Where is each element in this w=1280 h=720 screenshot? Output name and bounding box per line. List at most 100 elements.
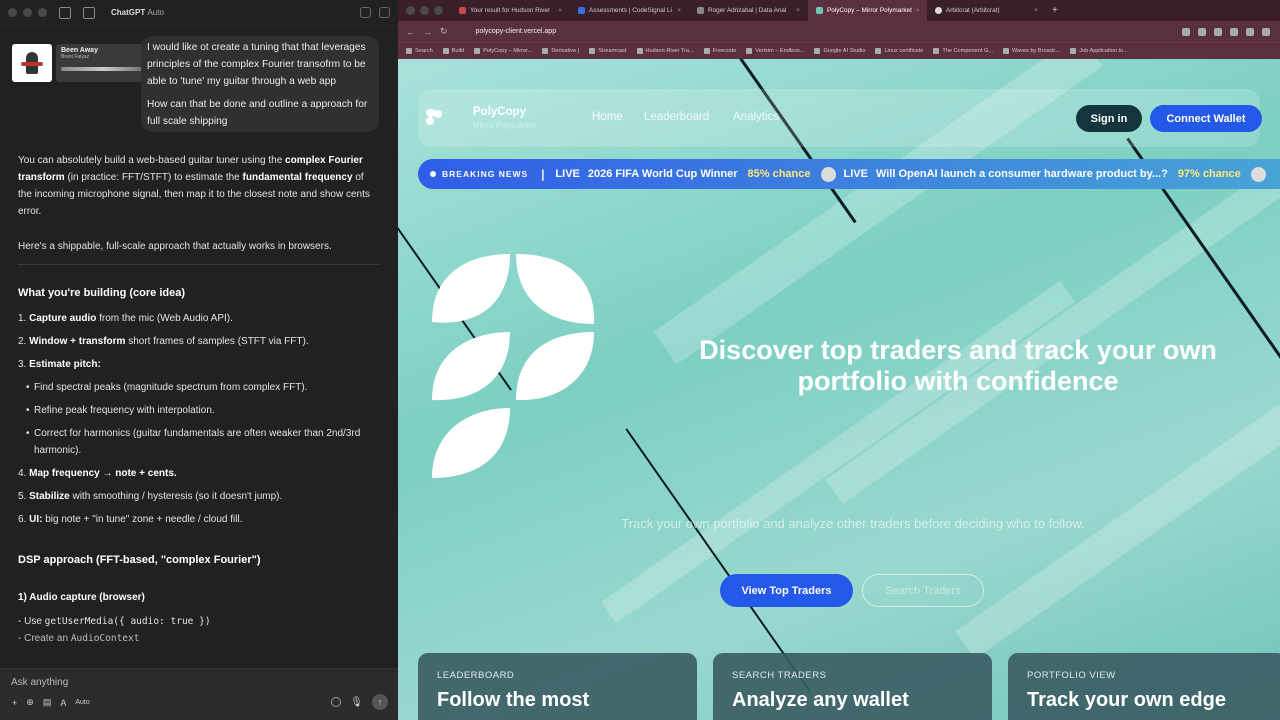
ticker-item[interactable]: LIVE 2026 FIFA World Cup Winner 85% chance (555, 168, 810, 180)
chat-titlebar: ChatGPT Auto (0, 0, 398, 26)
search-traders-button[interactable]: Search Traders (862, 574, 984, 607)
bookmark-item[interactable]: Verisim – Endless... (746, 48, 804, 54)
assistant-response: You can absolutely build a web-based gui… (18, 152, 380, 647)
view-top-traders-button[interactable]: View Top Traders (720, 574, 853, 607)
tools-icon[interactable]: ▤ (43, 697, 52, 708)
window-mode-icon[interactable] (379, 7, 390, 18)
sidebar-toggle-icon[interactable] (59, 6, 71, 19)
extension-icon[interactable] (1246, 27, 1254, 36)
bookmark-item[interactable]: Search (406, 48, 433, 54)
brand-name[interactable]: PolyCopy (473, 106, 526, 118)
new-tab-button[interactable]: + (1052, 5, 1058, 16)
bookmark-item[interactable]: PolyCopy – Mirror... (474, 48, 532, 54)
globe-icon[interactable]: ⊕ (26, 697, 34, 708)
address-bar: ← → ↻ polycopy-client.vercel.app (398, 21, 1280, 42)
bookmark-favicon-icon (746, 48, 753, 54)
plus-icon[interactable]: + (12, 698, 17, 708)
minimize-window-button[interactable] (23, 8, 32, 17)
new-chat-icon[interactable] (83, 6, 95, 19)
substep-item: Find spectral peaks (magnitude spectrum … (26, 379, 380, 396)
bookmarks-bar: Search Build PolyCopy – Mirror... Derivativ… (398, 42, 1280, 59)
feature-card-search[interactable]: SEARCH TRADERS Analyze any wallet (713, 653, 992, 720)
sign-in-button[interactable]: Sign in (1076, 105, 1142, 132)
bookmark-item[interactable]: Derivative | (542, 48, 579, 54)
bookmark-item[interactable]: Linux certificate (875, 48, 923, 54)
minimize-window-button[interactable] (420, 6, 429, 15)
card-title: Follow the most (437, 689, 590, 711)
bookmark-item[interactable]: Hudson River Tra... (636, 48, 694, 54)
app-title[interactable]: ChatGPT Auto (111, 8, 164, 17)
ticker-item[interactable]: LIVE Will OpenAI launch a consumer hardwa… (844, 168, 1241, 180)
maximize-window-button[interactable] (434, 6, 443, 15)
extension-icon[interactable] (1230, 27, 1238, 36)
brand-tagline: Mirror Polymarket (473, 121, 537, 130)
chatgpt-window: ChatGPT Auto Been Away Brent Faiyaz I wo… (0, 0, 398, 720)
maximize-window-button[interactable] (38, 8, 47, 17)
bookmark-star-icon[interactable] (1182, 27, 1190, 36)
user-message-text-2: How can that be done and outline a appro… (147, 99, 368, 127)
steps-list: 1. Capture audio from the mic (Web Audio… (18, 310, 380, 373)
close-window-button[interactable] (406, 6, 415, 15)
share-icon[interactable] (360, 7, 371, 18)
message-input[interactable]: Ask anything (11, 677, 68, 688)
substeps-list: Find spectral peaks (magnitude spectrum … (26, 379, 380, 459)
bookmark-favicon-icon (474, 48, 481, 54)
step-item: 2. Window + transform short frames of sa… (18, 336, 309, 347)
reload-icon[interactable]: ↻ (440, 26, 448, 37)
bookmark-item[interactable]: Freecode (703, 48, 736, 54)
tab-hudson-river[interactable]: Your result for Hudson River × (451, 0, 570, 21)
model-icon[interactable]: A (60, 698, 66, 708)
extension-icon[interactable] (1198, 27, 1206, 36)
mode-selector[interactable]: Auto (75, 699, 89, 706)
nav-home[interactable]: Home (592, 111, 623, 123)
track-artist: Brent Faiyaz (61, 54, 90, 60)
url-field[interactable]: polycopy-client.vercel.app (476, 28, 557, 35)
back-icon[interactable]: ← (406, 27, 415, 37)
card-kicker: LEADERBOARD (437, 670, 515, 681)
substep-item: Correct for harmonics (guitar fundamenta… (26, 425, 380, 459)
step-item: 6. UI: big note + "in tune" zone + needl… (18, 514, 243, 525)
bookmark-item[interactable]: The Component G... (933, 48, 993, 54)
tab-polycopy[interactable]: PolyCopy – Mirror Polymarket × (808, 0, 927, 21)
intro-paragraph-2: Here's a shippable, full-scale approach … (18, 241, 332, 252)
connect-wallet-button[interactable]: Connect Wallet (1150, 105, 1262, 132)
tab-codesignal[interactable]: Assessments | CodeSignal Li × (570, 0, 689, 21)
hero-heading: Discover top traders and track your own … (699, 335, 1217, 396)
polycopy-logo-icon[interactable] (425, 108, 443, 128)
profile-icon[interactable] (1262, 27, 1270, 36)
playback-progress[interactable] (61, 67, 147, 71)
feature-card-leaderboard[interactable]: LEADERBOARD Follow the most (418, 653, 697, 720)
polycopy-page: PolyCopy Mirror Polymarket Home Leaderbo… (398, 59, 1280, 720)
voice-mode-icon[interactable] (331, 697, 342, 707)
substep-item: Refine peak frequency with interpolation… (26, 402, 380, 419)
microphone-icon[interactable]: 🎙 (350, 697, 363, 708)
market-avatar-icon (820, 166, 836, 182)
forward-icon[interactable]: → (423, 27, 432, 37)
feature-card-portfolio[interactable]: PORTFOLIO VIEW Track your own edge (1008, 653, 1280, 720)
bookmark-label: Waves by Broadc... (1012, 48, 1061, 54)
nav-analytics[interactable]: Analytics (733, 111, 779, 123)
track-title: Been Away (61, 47, 98, 54)
bookmark-item[interactable]: Waves by Broadc... (1003, 48, 1060, 54)
tab-arbitcrat[interactable]: Arbitcrat (Arbitcrat) × (927, 0, 1046, 21)
bookmark-favicon-icon (406, 48, 412, 54)
tab-roger[interactable]: Roger Adrizabal | Data Anal × (689, 0, 808, 21)
send-button[interactable]: ↑ (372, 694, 388, 710)
market-avatar-icon (1250, 166, 1266, 182)
card-kicker: SEARCH TRADERS (732, 670, 827, 681)
close-window-button[interactable] (8, 8, 17, 17)
hero-logo-icon (432, 254, 595, 478)
bookmark-item[interactable]: Streamcast (589, 48, 627, 54)
bookmark-item[interactable]: Google AI Studio (814, 48, 865, 54)
now-playing-widget[interactable]: Been Away Brent Faiyaz (56, 44, 152, 82)
bookmark-label: Linux certificate (884, 48, 924, 54)
bookmark-item[interactable]: Build (442, 48, 464, 54)
bookmark-favicon-icon (636, 48, 643, 54)
bookmark-item[interactable]: Job Application to... (1070, 48, 1128, 54)
bookmark-label: Google AI Studio (823, 48, 866, 54)
nav-leaderboard[interactable]: Leaderboard (644, 111, 709, 123)
album-art[interactable] (12, 44, 52, 82)
extension-icon[interactable] (1214, 27, 1222, 36)
bookmark-label: Derivative | (551, 48, 580, 54)
step-item: 4. Map frequency → note + cents. (18, 468, 177, 479)
